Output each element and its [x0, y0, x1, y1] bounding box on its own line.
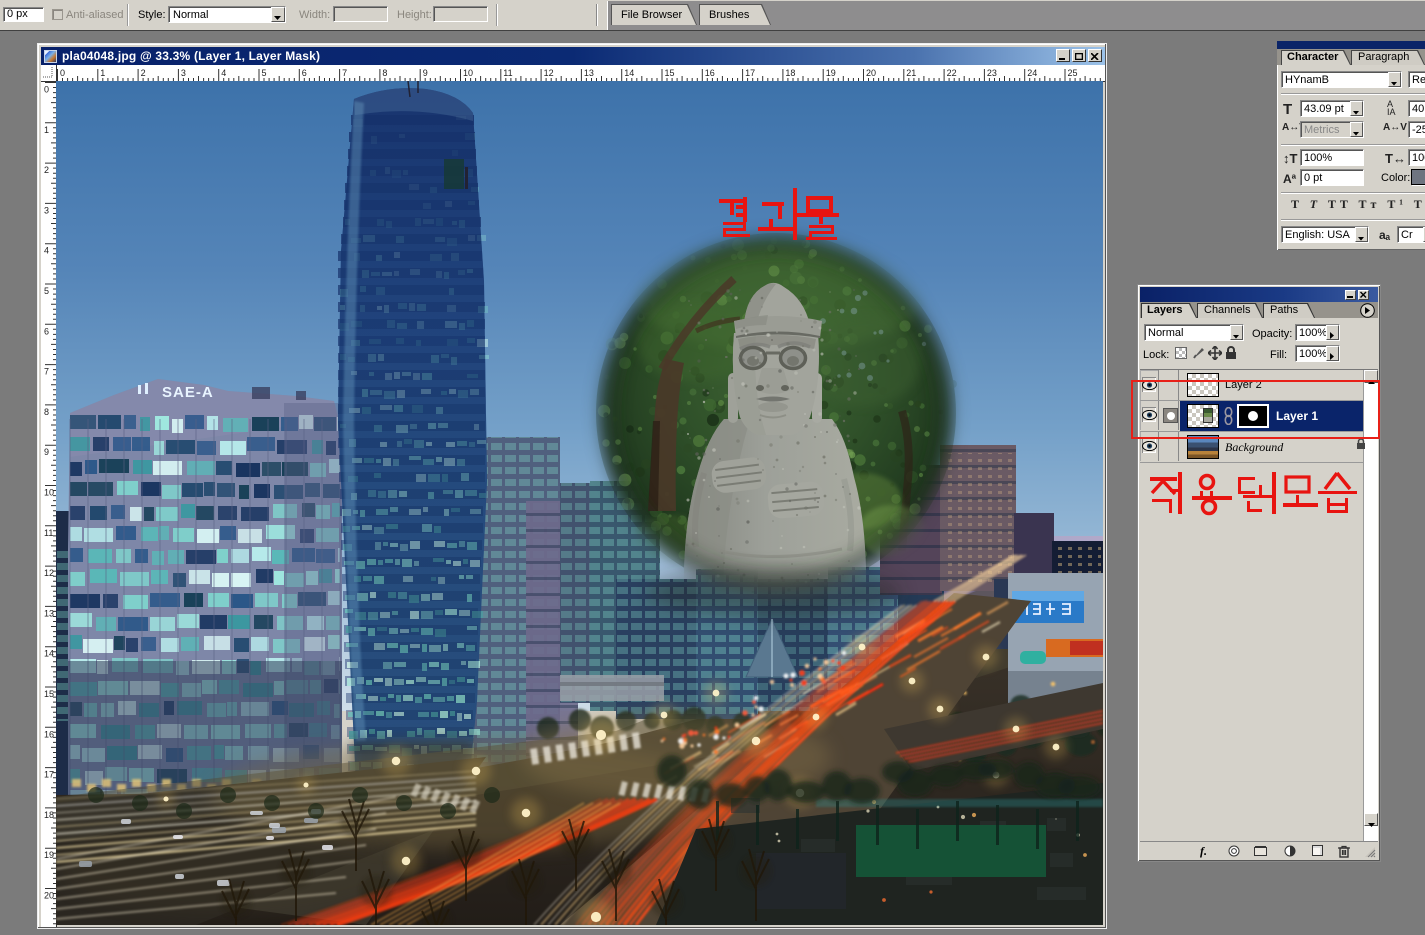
svg-text:3: 3 — [44, 205, 49, 215]
svg-text:4: 4 — [44, 246, 49, 256]
svg-text:13: 13 — [44, 608, 54, 618]
svg-text:20: 20 — [866, 68, 876, 78]
svg-text:7: 7 — [342, 68, 347, 78]
svg-text:21: 21 — [906, 68, 916, 78]
svg-text:6: 6 — [44, 326, 49, 336]
svg-text:9: 9 — [423, 68, 428, 78]
svg-text:11: 11 — [44, 528, 53, 538]
svg-text:15: 15 — [44, 689, 54, 699]
svg-text:0: 0 — [44, 85, 49, 95]
svg-text:1: 1 — [44, 125, 49, 135]
svg-text:19: 19 — [44, 850, 54, 860]
svg-text:9: 9 — [44, 447, 49, 457]
svg-text:2: 2 — [141, 68, 146, 78]
svg-text:13: 13 — [584, 68, 594, 78]
svg-text:23: 23 — [987, 68, 997, 78]
svg-text:12: 12 — [44, 568, 54, 578]
svg-text:5: 5 — [44, 286, 49, 296]
svg-text:18: 18 — [44, 810, 54, 820]
svg-text:20: 20 — [44, 891, 54, 901]
svg-text:24: 24 — [1027, 68, 1037, 78]
svg-text:17: 17 — [745, 68, 755, 78]
svg-text:10: 10 — [44, 488, 54, 498]
svg-text:11: 11 — [503, 68, 512, 78]
svg-text:0: 0 — [60, 68, 65, 78]
svg-text:8: 8 — [44, 407, 49, 417]
svg-text:15: 15 — [665, 68, 675, 78]
svg-text:16: 16 — [705, 68, 715, 78]
svg-text:18: 18 — [785, 68, 795, 78]
svg-text:25: 25 — [1068, 68, 1078, 78]
svg-text:SAE-A: SAE-A — [162, 384, 214, 401]
svg-text:8: 8 — [382, 68, 387, 78]
svg-text:16: 16 — [44, 729, 54, 739]
svg-text:3: 3 — [181, 68, 186, 78]
svg-text:2: 2 — [44, 165, 49, 175]
svg-text:19: 19 — [826, 68, 836, 78]
svg-text:10: 10 — [463, 68, 473, 78]
svg-text:6: 6 — [302, 68, 307, 78]
svg-text:14: 14 — [44, 649, 54, 659]
svg-text:12: 12 — [544, 68, 554, 78]
svg-text:14: 14 — [624, 68, 634, 78]
svg-text:1: 1 — [100, 68, 105, 78]
svg-text:4: 4 — [221, 68, 226, 78]
svg-text:22: 22 — [947, 68, 957, 78]
svg-text:17: 17 — [44, 770, 54, 780]
svg-text:5: 5 — [262, 68, 267, 78]
svg-text:7: 7 — [44, 367, 49, 377]
